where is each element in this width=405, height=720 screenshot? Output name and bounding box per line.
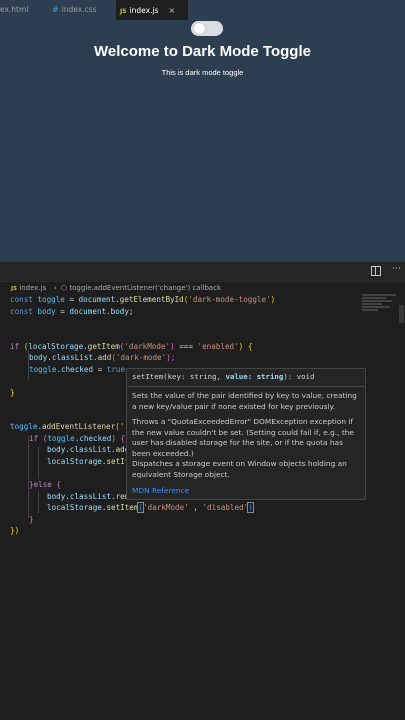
docs-paragraph: Sets the value of the pair identified by…: [132, 391, 357, 411]
symbol-method-icon: ⬡: [61, 284, 68, 292]
split-editor-icon[interactable]: [371, 266, 381, 276]
tab-index-css[interactable]: # index.css: [48, 0, 112, 19]
code-line: body.classList.add: [47, 445, 130, 454]
dark-mode-preview: Welcome to Dark Mode Toggle This is dark…: [0, 0, 405, 262]
breadcrumb-file-label: index.js: [19, 284, 47, 292]
code-line: const body = document.body;: [10, 307, 134, 316]
docs-paragraph: Throws a "QuotaExceededError" DOMExcepti…: [132, 417, 354, 458]
code-line: toggle.checked = true: [29, 365, 126, 374]
code-line: body.classList.add('dark-mode');: [29, 353, 176, 362]
tab-label: index.js: [129, 6, 159, 15]
more-actions-icon[interactable]: ⋯: [392, 264, 401, 274]
divider: [127, 386, 365, 387]
breadcrumb-chevron-icon: ›: [0, 282, 1, 295]
breadcrumb-symbol-label: toggle.addEventListener('change') callba…: [69, 284, 222, 292]
code-line: localStorage.setItem('darkMode' , 'disab…: [47, 502, 254, 513]
toggle-knob: [194, 23, 205, 34]
code-line: toggle.addEventListener(': [10, 422, 125, 431]
code-line: if (localStorage.getItem('darkMode') ===…: [10, 342, 253, 351]
indent-guide: [38, 491, 39, 513]
tab-label: index.css: [61, 5, 97, 14]
tab-label: ex.html: [0, 5, 29, 14]
code-line: if (toggle.checked) {: [29, 434, 126, 443]
indent-guide: [38, 447, 39, 479]
scrollbar-thumb[interactable]: [399, 305, 404, 323]
code-line: }): [10, 526, 20, 535]
css-file-icon: #: [52, 5, 59, 14]
minimap[interactable]: [362, 294, 398, 320]
method-signature: setItem(key: string, value: string): voi…: [132, 372, 315, 381]
js-file-icon: JS: [120, 8, 127, 15]
docs-paragraph: Dispatches a storage event on Window obj…: [132, 459, 347, 479]
hover-docs-popup: setItem(key: string, value: string): voi…: [126, 368, 366, 500]
js-file-icon: JS: [11, 286, 18, 292]
code-line: }else {: [29, 480, 62, 489]
mdn-reference-link[interactable]: MDN Reference: [132, 486, 189, 495]
preview-subtitle: This is dark mode toggle: [161, 68, 244, 77]
preview-title: Welcome to Dark Mode Toggle: [94, 43, 311, 60]
code-line: body.classList.rem: [47, 492, 130, 501]
editor-tab-bar: [0, 262, 405, 282]
tab-index-js[interactable]: JS index.js ×: [116, 0, 188, 20]
dark-mode-toggle-switch[interactable]: [191, 21, 223, 36]
indent-guide: [28, 436, 29, 518]
code-line: const toggle = document.getElementById('…: [10, 295, 276, 304]
code-line: }: [10, 388, 15, 397]
close-tab-icon[interactable]: ×: [168, 6, 175, 15]
tab-index-html[interactable]: ex.html: [0, 0, 52, 19]
code-line: }: [29, 515, 34, 524]
code-line: localStorage.setIt: [47, 457, 130, 466]
